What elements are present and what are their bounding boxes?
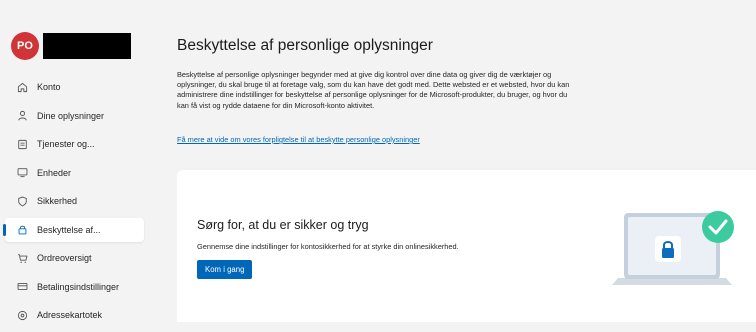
location-icon [15,308,29,322]
home-icon [15,80,29,94]
sidebar-item-konto[interactable]: Konto [5,75,144,99]
lock-icon [15,223,29,237]
sidebar-item-label: Sikkerhed [37,196,78,206]
sidebar-item-betaling[interactable]: Betalingsindstillinger [5,275,144,299]
profile: PO [11,31,131,61]
sidebar-item-tjenester[interactable]: Tjenester og... [5,132,144,156]
cart-icon [15,251,29,265]
card-title: Sørg for, at du er sikker og tryg [197,218,369,232]
page-description: Beskyttelse af personlige oplysninger be… [177,70,570,110]
sidebar-item-adressekartotek[interactable]: Adressekartotek [5,303,144,327]
person-icon [15,109,29,123]
sidebar-item-label: Adressekartotek [37,310,103,320]
redacted-name [43,33,131,59]
learn-more-link[interactable]: Få mere at vide om vores forpligtelse ti… [177,135,420,144]
sidebar-item-label: Betalingsindstillinger [37,281,120,292]
subscriptions-icon [15,137,29,151]
laptop-illustration [602,175,742,300]
sidebar-item-label: Konto [37,82,61,92]
avatar[interactable]: PO [11,32,39,60]
card-subtitle: Gennemse dine indstillinger for kontosik… [197,242,459,251]
sidebar-item-label: Beskyttelse af... [37,224,101,235]
device-icon [15,166,29,180]
sidebar-item-sikkerhed[interactable]: Sikkerhed [5,189,144,213]
sidebar: PO Konto Dine oplysninger Tjenester og..… [0,0,160,322]
sidebar-item-label: Tjenester og... [37,139,95,149]
sidebar-item-dine-oplysninger[interactable]: Dine oplysninger [5,104,144,128]
page-title: Beskyttelse af personlige oplysninger [177,37,433,54]
sidebar-item-label: Enheder [37,167,72,178]
sidebar-nav: Konto Dine oplysninger Tjenester og... E… [0,75,160,332]
checkmark-icon [702,211,734,243]
sidebar-item-enheder[interactable]: Enheder [5,161,144,185]
sidebar-item-beskyttelse[interactable]: Beskyttelse af... [3,217,144,242]
security-card: Sørg for, at du er sikker og tryg Gennem… [177,170,756,322]
get-started-button[interactable]: Kom i gang [197,260,253,279]
sidebar-item-ordreoversigt[interactable]: Ordreoversigt [5,246,144,270]
sidebar-item-label: Dine oplysninger [37,110,105,121]
sidebar-item-label: Ordreoversigt [37,253,92,263]
shield-icon [15,194,29,208]
credit-card-icon [15,280,29,294]
